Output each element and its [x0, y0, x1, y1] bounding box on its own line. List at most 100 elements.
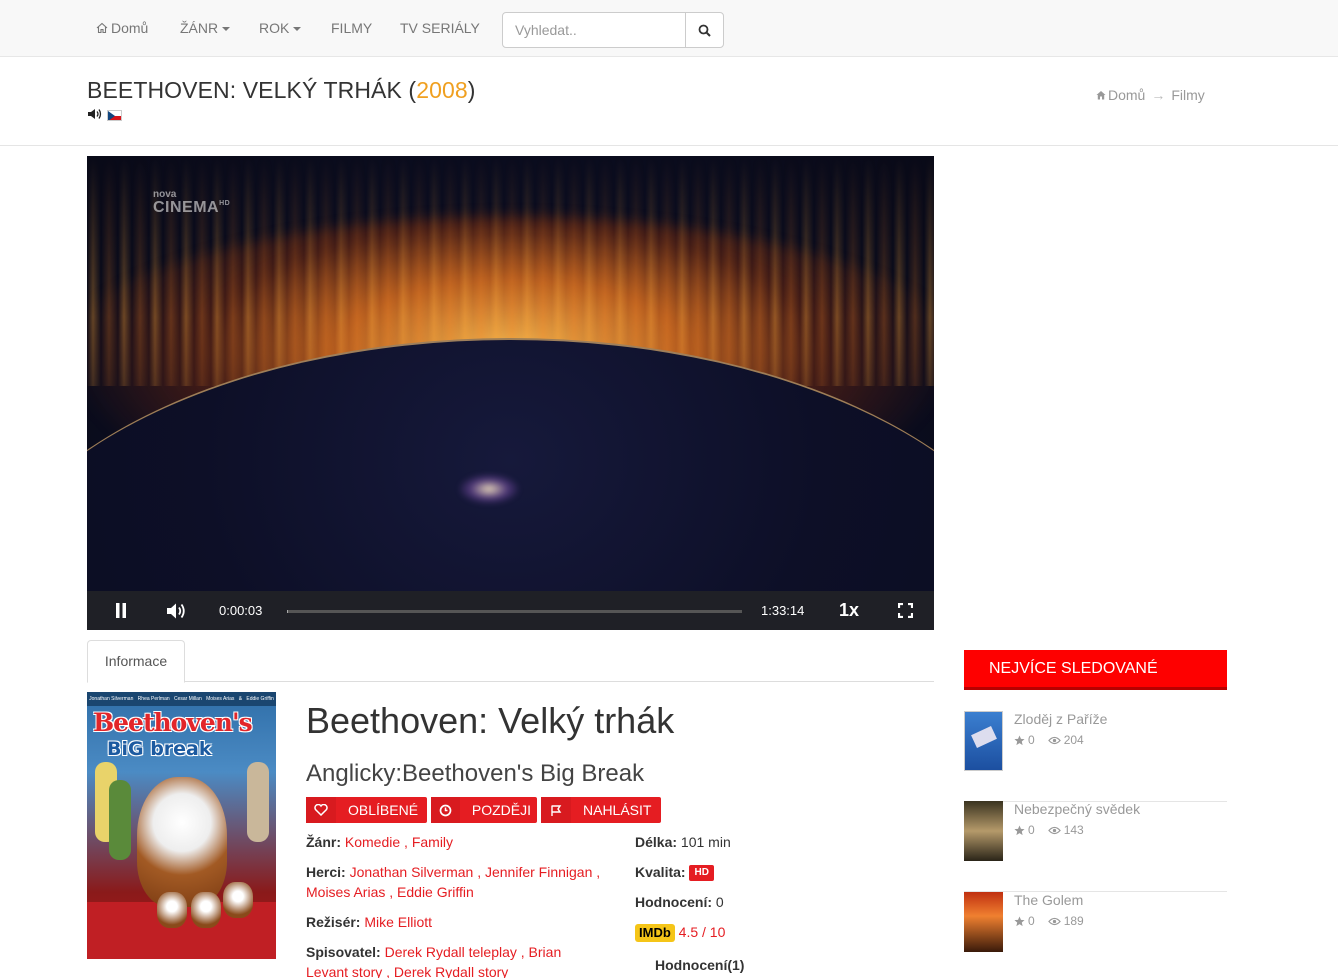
poster-title: Beethoven's [93, 708, 253, 737]
poster-cast-name: Jonathan Silverman [89, 696, 134, 702]
breadcrumb-separator: → [1151, 87, 1166, 103]
nav-series-link[interactable]: TV SERIÁLY [400, 20, 480, 36]
actors-row: Herci: Jonathan Silverman , Jennifer Fin… [306, 862, 616, 902]
genre-label: Žánr: [306, 834, 341, 850]
nav-genre-dropdown[interactable]: ŽÁNR [180, 20, 231, 36]
rating-row: Hodnocení: 0 [635, 892, 724, 912]
nav-year-dropdown[interactable]: ROK [259, 20, 302, 36]
sidebar-item-title[interactable]: Nebezpečný svědek [1014, 801, 1140, 817]
sidebar-thumbnail[interactable] [964, 892, 1003, 952]
channel-logo: nova CINEMAHD [153, 190, 230, 216]
sidebar-item[interactable]: Nebezpečný svědek 0 143 [964, 801, 1227, 892]
quality-label: Kvalita: [635, 864, 686, 880]
search-form [502, 12, 724, 48]
imdb-score[interactable]: 4.5 / 10 [679, 924, 726, 940]
poster-subtitle: BiG break [107, 738, 212, 760]
favorite-label: OBLÍBENÉ [348, 802, 419, 818]
sidebar-item-title[interactable]: Zloděj z Paříže [1014, 711, 1107, 727]
genre-links[interactable]: Komedie , Family [345, 834, 453, 850]
sidebar-item-title[interactable]: The Golem [1014, 892, 1083, 908]
sidebar-item-meta: 0 189 [1014, 914, 1084, 928]
quality-row: Kvalita: HD [635, 862, 714, 882]
poster-figure [109, 780, 131, 860]
eye-icon [1047, 736, 1061, 744]
title-year: 2008 [416, 77, 468, 103]
movie-title: Beethoven: Velký trhák [306, 700, 675, 741]
playback-speed-button[interactable]: 1x [839, 600, 859, 621]
nav-home-link[interactable]: Domů [96, 20, 148, 37]
video-light [459, 474, 519, 504]
director-link[interactable]: Mike Elliott [364, 914, 432, 930]
sidebar-thumbnail[interactable] [964, 801, 1003, 861]
actor-links[interactable]: Moises Arias , Eddie Griffin [306, 884, 474, 900]
ratings-count: Hodnocení(1) [655, 957, 745, 973]
breadcrumb-home-label: Domů [1108, 87, 1146, 103]
writer-label: Spisovatel: [306, 944, 381, 960]
eye-icon [1047, 917, 1061, 925]
title-close: ) [467, 77, 476, 103]
eye-icon [1047, 826, 1061, 834]
writer-links[interactable]: Levant story , Derek Rydall story [306, 964, 508, 978]
fullscreen-button[interactable] [897, 602, 914, 621]
video-frame[interactable]: nova CINEMAHD [87, 156, 934, 591]
flag-icon [541, 797, 571, 823]
nav-genre-label: ŽÁNR [180, 20, 219, 36]
sidebar-item[interactable]: Zloděj z Paříže 0 204 [964, 711, 1227, 802]
clock-icon [431, 797, 460, 823]
poster-figure [247, 762, 269, 842]
seek-bar[interactable] [287, 610, 742, 613]
video-player[interactable]: nova CINEMAHD 0:00:03 1:33:14 1x [87, 156, 934, 630]
movie-original-title: Anglicky:Beethoven's Big Break [306, 760, 645, 787]
most-watched-heading: NEJVÍCE SLEDOVANÉ [964, 650, 1227, 690]
page-header: BEETHOVEN: VELKÝ TRHÁK (2008) Domů → Fil… [0, 57, 1338, 146]
tab-information[interactable]: Informace [87, 640, 185, 683]
pause-button[interactable] [115, 603, 127, 621]
length-label: Délka: [635, 834, 678, 850]
poster-cast-name: & [238, 696, 243, 702]
star-icon [1014, 824, 1025, 835]
home-icon [1096, 91, 1106, 100]
star-icon [1014, 915, 1025, 926]
breadcrumb-home[interactable]: Domů [1096, 87, 1145, 103]
report-button[interactable]: NAHLÁSIT [541, 797, 661, 823]
poster-puppy [223, 882, 253, 918]
director-label: Režisér: [306, 914, 361, 930]
search-button[interactable] [685, 13, 723, 47]
czech-flag-icon [107, 109, 122, 121]
imdb-logo: IMDb [635, 924, 675, 943]
pause-icon [116, 603, 126, 618]
writer-links[interactable]: Derek Rydall teleplay , Brian [385, 944, 562, 960]
nav-films-link[interactable]: FILMY [331, 20, 372, 36]
channel-logo-hd: HD [219, 200, 231, 207]
fullscreen-icon [897, 602, 914, 619]
sidebar-item[interactable]: The Golem 0 189 [964, 892, 1227, 978]
nav-year-label: ROK [259, 20, 290, 36]
volume-icon [167, 603, 185, 619]
poster-cast-name: Moises Arias [206, 696, 235, 702]
page-title: BEETHOVEN: VELKÝ TRHÁK (2008) [87, 77, 476, 104]
breadcrumb-current[interactable]: Filmy [1171, 87, 1204, 103]
nav-home-label: Domů [111, 20, 149, 36]
favorite-button[interactable]: OBLÍBENÉ [306, 797, 427, 823]
actors-label: Herci: [306, 864, 346, 880]
movie-poster: Jonathan Silverman Rhea Perlman Cesar Mi… [87, 692, 276, 959]
search-input[interactable] [503, 13, 685, 47]
sidebar-thumbnail[interactable] [964, 711, 1003, 771]
watch-later-button[interactable]: POZDĚJI [431, 797, 537, 823]
audio-icon [87, 107, 103, 123]
current-time: 0:00:03 [219, 603, 263, 618]
poster-puppy [191, 892, 221, 928]
title-text: BEETHOVEN: VELKÝ TRHÁK ( [87, 77, 417, 103]
volume-button[interactable] [166, 602, 188, 623]
genre-row: Žánr: Komedie , Family [306, 832, 453, 852]
breadcrumb: Domů → Filmy [1096, 87, 1205, 103]
heart-icon [306, 797, 336, 823]
search-icon [698, 24, 711, 37]
quality-badge: HD [689, 865, 714, 882]
poster-dog [137, 777, 227, 907]
language-flags [87, 107, 122, 123]
home-icon [96, 21, 108, 37]
actor-links[interactable]: Jonathan Silverman , Jennifer Finnigan , [350, 864, 601, 880]
duration: 1:33:14 [761, 603, 805, 618]
sidebar-views: 189 [1063, 914, 1084, 928]
